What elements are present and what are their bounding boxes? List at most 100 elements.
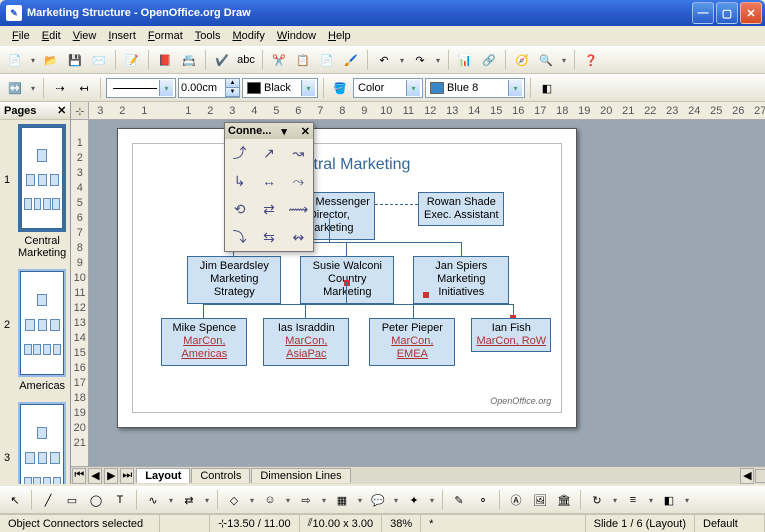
curve-tool-button[interactable]: ∿ xyxy=(142,489,164,511)
save-button[interactable]: 💾 xyxy=(64,49,86,71)
connector-dashed[interactable] xyxy=(375,204,418,205)
slide-thumbnail[interactable]: Americas xyxy=(18,269,66,398)
flowcharts-button[interactable]: ▦ xyxy=(331,489,353,511)
flowcharts-dropdown[interactable]: ▾ xyxy=(355,496,365,505)
connector[interactable] xyxy=(346,282,347,304)
area-fill-button[interactable]: 🪣 xyxy=(329,77,351,99)
fontwork-button[interactable]: Ⓐ xyxy=(505,489,527,511)
org-node-row[interactable]: Ian FishMarCon, RoW xyxy=(471,318,551,352)
menu-format[interactable]: Format xyxy=(142,28,189,44)
menu-modify[interactable]: Modify xyxy=(226,28,270,44)
callouts-dropdown[interactable]: ▾ xyxy=(391,496,401,505)
org-node-americas[interactable]: Mike SpenceMarCon, Americas xyxy=(161,318,247,366)
connector-curved-arrow-icon[interactable]: ⤳ xyxy=(284,167,313,195)
tab-dimension-lines[interactable]: Dimension Lines xyxy=(251,468,350,483)
palette-titlebar[interactable]: Conne... ▾ ✕ xyxy=(225,123,313,139)
arrow-style-button[interactable]: ↔️ xyxy=(4,77,26,99)
connector-arrows-icon[interactable]: ↔ xyxy=(254,167,283,195)
connectors-palette[interactable]: Conne... ▾ ✕ ⤴↗↝ ↳↔⤳ ⟲⇄⟿ ⤵⇆↭ xyxy=(224,122,314,252)
org-node-emea[interactable]: Peter PieperMarCon, EMEA xyxy=(369,318,455,366)
tab-prev-button[interactable]: ◀ xyxy=(88,468,102,484)
org-node-strategy[interactable]: Jim BeardsleyMarketing Strategy xyxy=(187,256,281,304)
menu-insert[interactable]: Insert xyxy=(102,28,142,44)
symbol-shapes-dropdown[interactable]: ▾ xyxy=(283,496,293,505)
from-file-button[interactable]: 🖼 xyxy=(529,489,551,511)
connector[interactable] xyxy=(329,218,330,242)
pages-panel-close-icon[interactable]: ✕ xyxy=(57,104,66,117)
new-doc-dropdown[interactable]: ▾ xyxy=(28,56,38,65)
connector[interactable] xyxy=(461,242,462,256)
minimize-button[interactable]: — xyxy=(692,2,714,24)
palette-dropdown-icon[interactable]: ▾ xyxy=(281,125,287,138)
ruler-corner[interactable]: ⊹ xyxy=(71,102,89,120)
curve-dropdown[interactable]: ▾ xyxy=(166,496,176,505)
cut-button[interactable]: ✂️ xyxy=(268,49,290,71)
text-tool-button[interactable]: T xyxy=(109,489,131,511)
auto-spellcheck-button[interactable]: abc xyxy=(235,49,257,71)
tab-first-button[interactable]: ⏮ xyxy=(72,468,86,484)
rotate-dropdown[interactable]: ▾ xyxy=(610,496,620,505)
points-button[interactable]: ✎ xyxy=(448,489,470,511)
slide-thumbnail[interactable]: Central Marketing xyxy=(18,124,66,265)
stars-dropdown[interactable]: ▾ xyxy=(427,496,437,505)
tab-layout[interactable]: Layout xyxy=(136,468,190,483)
line-width-spinner[interactable]: ▲▼ xyxy=(178,78,240,98)
connector-arrow-icon[interactable]: ↳ xyxy=(225,167,254,195)
line-tool-button[interactable]: ╱ xyxy=(37,489,59,511)
connector-line-icon[interactable]: ↗ xyxy=(254,139,283,167)
vertical-ruler[interactable]: 123456789101112131415161718192021 xyxy=(71,120,89,466)
arrow-style-dropdown[interactable]: ▾ xyxy=(28,84,38,93)
maximize-button[interactable]: ▢ xyxy=(716,2,738,24)
line-start-button[interactable]: ↤ xyxy=(73,77,95,99)
horizontal-ruler[interactable]: ⊹321123456789101112131415161718192021222… xyxy=(71,102,765,120)
connector[interactable] xyxy=(346,242,347,256)
horizontal-scrollbar[interactable]: ◀ ▶ xyxy=(739,468,765,484)
print-button[interactable]: 📇 xyxy=(178,49,200,71)
menu-tools[interactable]: Tools xyxy=(189,28,227,44)
email-button[interactable]: ✉️ xyxy=(88,49,110,71)
gallery-button[interactable]: 🏛 xyxy=(553,489,575,511)
new-doc-button[interactable]: 📄 xyxy=(4,49,26,71)
symbol-shapes-button[interactable]: ☺ xyxy=(259,489,281,511)
basic-shapes-dropdown[interactable]: ▾ xyxy=(247,496,257,505)
block-arrows-button[interactable]: ⇨ xyxy=(295,489,317,511)
copy-button[interactable]: 📋 xyxy=(292,49,314,71)
paste-button[interactable]: 📄 xyxy=(316,49,338,71)
pages-panel-body[interactable]: 1Central Marketing2Americas3Asia Pac xyxy=(0,120,70,484)
connector-circle-icon[interactable]: ⟲ xyxy=(225,195,254,223)
zoom-button[interactable]: 🔍 xyxy=(535,49,557,71)
status-zoom[interactable]: 38% xyxy=(382,515,421,532)
line-width-input[interactable] xyxy=(179,79,225,97)
basic-shapes-button[interactable]: ◇ xyxy=(223,489,245,511)
fill-mode-combo[interactable]: Color▾ xyxy=(353,78,423,98)
connector-box-arrow-icon[interactable]: ⇆ xyxy=(254,223,283,251)
redo-dropdown[interactable]: ▾ xyxy=(433,56,443,65)
connector-box-curve-icon[interactable]: ↭ xyxy=(284,223,313,251)
arrange-button[interactable]: ◧ xyxy=(658,489,680,511)
redo-button[interactable]: ↷ xyxy=(409,49,431,71)
connector[interactable] xyxy=(413,304,414,318)
help-button[interactable]: ❓ xyxy=(580,49,602,71)
line-endpoints-button[interactable]: ⇢ xyxy=(49,77,71,99)
org-node-asiapac[interactable]: Ias IsraddinMarCon, AsiaPac xyxy=(263,318,349,366)
format-paintbrush-button[interactable]: 🖌️ xyxy=(340,49,362,71)
line-color-combo[interactable]: Black▾ xyxy=(242,78,318,98)
edit-file-button[interactable]: 📝 xyxy=(121,49,143,71)
menu-view[interactable]: View xyxy=(67,28,103,44)
org-node-assistant[interactable]: Rowan ShadeExec. Assistant xyxy=(418,192,504,226)
ellipse-tool-button[interactable]: ◯ xyxy=(85,489,107,511)
undo-dropdown[interactable]: ▾ xyxy=(397,56,407,65)
close-button[interactable]: ✕ xyxy=(740,2,762,24)
open-button[interactable]: 📂 xyxy=(40,49,62,71)
menu-file[interactable]: File xyxy=(6,28,36,44)
hyperlink-button[interactable]: 🔗 xyxy=(478,49,500,71)
glue-point-icon[interactable] xyxy=(344,280,350,286)
tab-next-button[interactable]: ▶ xyxy=(104,468,118,484)
select-tool-button[interactable]: ↖ xyxy=(4,489,26,511)
line-style-combo[interactable]: ▾ xyxy=(106,78,176,98)
align-button[interactable]: ≡ xyxy=(622,489,644,511)
connector-tool-button[interactable]: ⇄ xyxy=(178,489,200,511)
callouts-button[interactable]: 💬 xyxy=(367,489,389,511)
tab-controls[interactable]: Controls xyxy=(191,468,250,483)
palette-close-icon[interactable]: ✕ xyxy=(301,125,310,138)
